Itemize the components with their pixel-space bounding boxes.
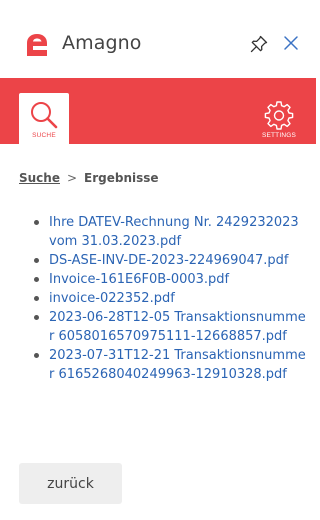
result-item[interactable]: DS-ASE-INV-DE-2023-224969047.pdf [34,251,307,270]
result-item[interactable]: Invoice-161E6F0B-0003.pdf [34,270,307,289]
tab-suche[interactable]: SUCHE [19,93,69,144]
toolbar: SUCHE SETTINGS [0,78,316,144]
result-item[interactable]: Ihre DATEV-Rechnung Nr. 2429232023 vom 3… [34,213,307,251]
result-item[interactable]: 2023-07-31T12-21 Transaktionsnummer 6165… [34,346,307,384]
close-icon[interactable] [283,35,299,51]
header-bar: Amagno [0,0,316,78]
breadcrumb-current: Ergebnisse [84,171,159,185]
gear-icon [264,101,294,130]
app-title: Amagno [62,32,142,54]
breadcrumb: Suche > Ergebnisse [19,171,159,185]
result-item[interactable]: invoice-022352.pdf [34,289,307,308]
tab-suche-label: SUCHE [32,132,56,139]
results-list: Ihre DATEV-Rechnung Nr. 2429232023 vom 3… [34,213,307,384]
back-button[interactable]: zurück [19,463,122,504]
amagno-logo-icon [22,30,52,60]
tab-settings[interactable]: SETTINGS [254,93,304,144]
search-icon [31,102,58,129]
breadcrumb-separator: > [66,171,78,185]
tab-settings-label: SETTINGS [261,132,297,139]
result-item[interactable]: 2023-06-28T12-05 Transaktionsnummer 6058… [34,308,307,346]
pin-icon[interactable] [249,34,269,54]
breadcrumb-suche-link[interactable]: Suche [19,171,60,185]
